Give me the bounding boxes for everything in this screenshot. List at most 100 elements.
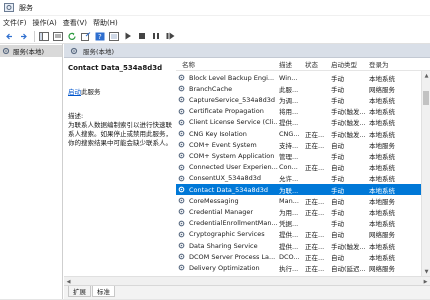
tab-extended[interactable]: 扩展 bbox=[68, 286, 91, 297]
scroll-up-icon[interactable]: ▲ bbox=[422, 71, 430, 80]
svg-text:?: ? bbox=[98, 33, 102, 41]
restart-icon[interactable] bbox=[164, 30, 176, 42]
service-row[interactable]: COM+ Event System 支持... 正在... 自动 本地服务 bbox=[176, 139, 430, 150]
service-row[interactable]: Credential Manager 为用... 正在... 手动 本地系统 bbox=[176, 206, 430, 217]
service-description: 为用... bbox=[279, 208, 299, 217]
service-name: Contact Data_534a8d3d bbox=[189, 185, 269, 194]
scroll-down-icon[interactable]: ▼ bbox=[422, 267, 430, 276]
service-status: 正在... bbox=[305, 164, 325, 173]
service-row[interactable]: CaptureService_534a8d3d 为调... 手动 本地系统 bbox=[176, 94, 430, 105]
service-row[interactable]: Client License Service (Cli... 提供... 手动(触发… bbox=[176, 117, 430, 128]
service-row[interactable]: ConsentUX_534a8d3d 允许... 手动 本地系统 bbox=[176, 173, 430, 184]
service-startup-type: 自动 bbox=[331, 253, 344, 262]
service-log-on-as: 本地系统 bbox=[369, 108, 395, 117]
service-status: 正在... bbox=[305, 242, 325, 251]
service-gear-icon bbox=[178, 253, 185, 260]
service-startup-type: 手动(触发... bbox=[331, 108, 366, 117]
services-list: 名称 描述 状态 启动类型 登录为 Block Level Backup Eng… bbox=[176, 58, 430, 276]
start-service-link[interactable]: 启动 bbox=[68, 88, 81, 96]
start-service-line: 启动此服务 bbox=[68, 86, 172, 96]
service-log-on-as: 本地系统 bbox=[369, 119, 395, 128]
service-startup-type: 手动 bbox=[331, 96, 344, 105]
service-description: 为联... bbox=[279, 186, 299, 195]
service-name: Client License Service (Cli... bbox=[189, 118, 278, 127]
service-name: Cryptographic Services bbox=[189, 230, 265, 239]
console-tree-icon[interactable] bbox=[38, 30, 50, 42]
service-name-cell: CredentialEnrollmentMan... bbox=[178, 219, 278, 227]
tree-item-services-local[interactable]: 服务(本地) bbox=[0, 45, 62, 57]
service-name: ConsentUX_534a8d3d bbox=[189, 174, 262, 183]
service-gear-icon bbox=[178, 186, 185, 193]
service-name: DCOM Server Process La... bbox=[189, 252, 276, 261]
stop-icon[interactable] bbox=[136, 30, 148, 42]
menu-bar: 文件(F) 操作(A) 查看(V) 帮助(H) bbox=[0, 16, 430, 29]
forward-icon[interactable] bbox=[17, 30, 29, 42]
service-name: Connected User Experien... bbox=[189, 163, 278, 172]
service-row[interactable]: BranchCache 此服... 手动 网络服务 bbox=[176, 83, 430, 94]
service-row[interactable]: CNG Key Isolation CNG... 正在... 手动(触发... 本地系统 bbox=[176, 128, 430, 139]
service-gear-icon bbox=[178, 164, 185, 171]
service-log-on-as: 本地系统 bbox=[369, 96, 395, 105]
services-gear-icon bbox=[2, 47, 10, 55]
service-row[interactable]: Data Sharing Service 提供... 正在... 手动(触发... 本地… bbox=[176, 240, 430, 251]
scroll-thumb[interactable] bbox=[423, 91, 429, 105]
pause-icon[interactable] bbox=[150, 30, 162, 42]
toolbar-separator bbox=[34, 30, 35, 42]
back-icon[interactable] bbox=[3, 30, 15, 42]
menu-view[interactable]: 查看(V) bbox=[63, 18, 87, 28]
menu-action[interactable]: 操作(A) bbox=[33, 18, 57, 28]
vertical-scrollbar[interactable]: ▲ ▼ bbox=[421, 71, 430, 276]
tab-standard[interactable]: 标准 bbox=[92, 286, 115, 297]
help-icon[interactable]: ? bbox=[94, 30, 106, 42]
service-gear-icon bbox=[178, 141, 185, 148]
refresh-icon[interactable] bbox=[66, 30, 78, 42]
service-log-on-as: 本地系统 bbox=[369, 175, 395, 184]
toolbar: ? bbox=[0, 29, 430, 44]
service-row[interactable]: Connected User Experien... Con... 正在... 自动 本… bbox=[176, 162, 430, 173]
service-row[interactable]: COM+ System Application 管理... 手动 本地系统 bbox=[176, 150, 430, 161]
service-row[interactable]: DCOM Server Process La... DCO... 正在... 自动 本地… bbox=[176, 251, 430, 262]
service-startup-type: 自动 bbox=[331, 141, 344, 150]
column-header-startup-type[interactable]: 启动类型 bbox=[331, 59, 357, 69]
title-bar: 服务 bbox=[0, 0, 430, 16]
description-text: 为联系人数据编制索引以进行快速联系人搜索。如果停止或禁用此服务，你的搜索结果中可… bbox=[68, 121, 172, 147]
column-header-description[interactable]: 描述 bbox=[279, 59, 292, 69]
view-icon[interactable] bbox=[108, 30, 120, 42]
service-row[interactable]: Contact Data_534a8d3d 为联... 手动 本地系统 bbox=[176, 184, 430, 196]
service-description: 管理... bbox=[279, 152, 299, 161]
service-startup-type: 手动 bbox=[331, 220, 344, 229]
service-row[interactable]: Cryptographic Services 提供... 正在... 自动 网络服务 bbox=[176, 229, 430, 240]
service-row[interactable]: CoreMessaging Man... 正在... 自动 本地服务 bbox=[176, 195, 430, 206]
column-header-status[interactable]: 状态 bbox=[305, 59, 318, 69]
properties-icon[interactable] bbox=[52, 30, 64, 42]
menu-help[interactable]: 帮助(H) bbox=[93, 18, 118, 28]
service-status: 正在... bbox=[305, 197, 325, 206]
menu-file[interactable]: 文件(F) bbox=[3, 18, 27, 28]
service-description: 将用... bbox=[279, 108, 299, 117]
service-name: Delivery Optimization bbox=[189, 263, 260, 272]
service-log-on-as: 本地系统 bbox=[369, 242, 395, 251]
column-header-name[interactable]: 名称 bbox=[182, 59, 195, 69]
service-log-on-as: 本地系统 bbox=[369, 186, 395, 195]
service-status: 正在... bbox=[305, 208, 325, 217]
console-tree: 服务(本地) bbox=[0, 44, 63, 299]
service-row[interactable]: Block Level Backup Engi... Win... 手动 本地系统 bbox=[176, 72, 430, 83]
service-description: Man... bbox=[279, 196, 299, 205]
service-name: CNG Key Isolation bbox=[189, 129, 247, 138]
service-name-cell: COM+ System Application bbox=[178, 152, 278, 160]
service-row[interactable]: CredentialEnrollmentMan... 凭据... 手动 本地系统 bbox=[176, 218, 430, 229]
service-row[interactable]: Delivery Optimization 执行... 正在... 自动(延迟... 网… bbox=[176, 262, 430, 273]
start-icon[interactable] bbox=[122, 30, 134, 42]
service-startup-type: 手动(触发... bbox=[331, 130, 366, 139]
service-row[interactable]: Certificate Propagation 将用... 手动(触发... 本地系统 bbox=[176, 106, 430, 117]
horizontal-scrollbar[interactable]: ◀ ▶ bbox=[64, 276, 430, 285]
service-name-cell: Certificate Propagation bbox=[178, 107, 278, 115]
service-status: 正在... bbox=[305, 264, 325, 273]
service-description: 执行... bbox=[279, 264, 299, 273]
column-header-log-on-as[interactable]: 登录为 bbox=[369, 59, 389, 69]
service-gear-icon bbox=[178, 153, 185, 159]
service-name-cell: Credential Manager bbox=[178, 208, 278, 216]
service-startup-type: 自动(延迟... bbox=[331, 264, 366, 273]
export-icon[interactable] bbox=[80, 30, 92, 42]
service-log-on-as: 网络服务 bbox=[369, 85, 395, 94]
